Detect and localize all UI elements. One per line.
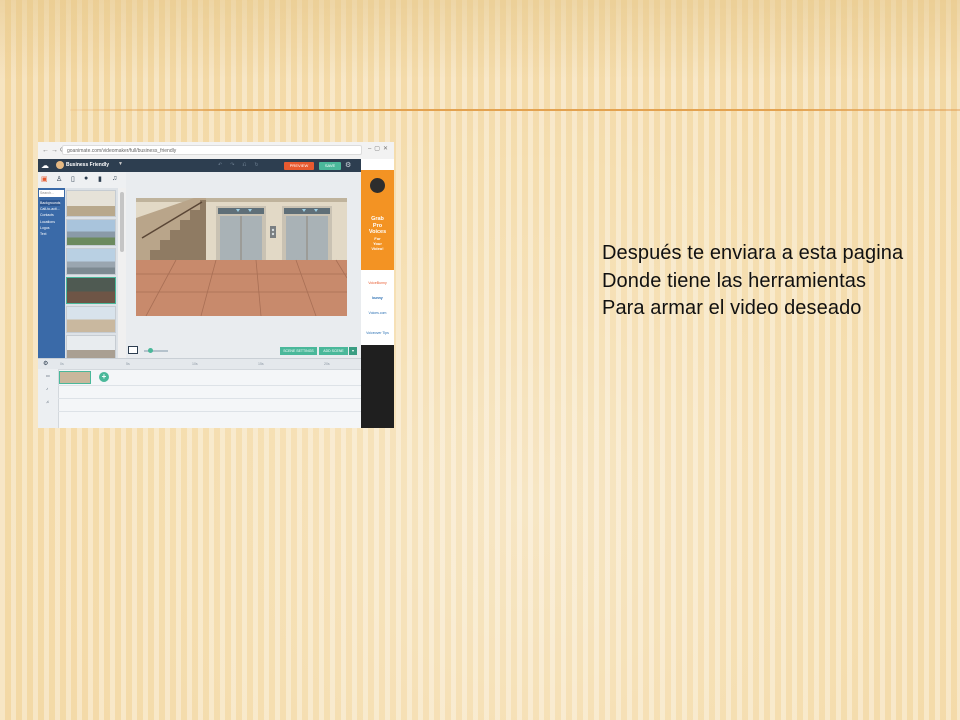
video-track-icon: ▭: [46, 373, 50, 378]
background-thumbnail: [66, 219, 116, 246]
zoom-slider-handle: [148, 348, 153, 353]
category-list: Backgrounds Call-to-acti... Contacts Loc…: [40, 200, 61, 237]
timeline-tick: 20s: [324, 362, 330, 366]
ad-logo: bunny: [372, 296, 383, 300]
caption-line: Para armar el video deseado: [602, 297, 862, 319]
background-thumbnail: [66, 248, 116, 275]
music-icon: ♫: [112, 175, 118, 182]
save-button: SAVE: [319, 162, 341, 170]
timeline-track-icons: ▭ ♪ ♫: [38, 369, 59, 428]
search-input: Search...: [39, 190, 64, 197]
browser-url-field: goanimate.com/videomaker/full/business_f…: [62, 145, 362, 155]
music-track-icon: ♫: [46, 399, 49, 404]
add-scene-dropdown-icon: ▾: [349, 347, 357, 355]
project-name: Business Friendly: [66, 162, 110, 168]
voice-track-icon: ♪: [46, 386, 48, 391]
browser-toolbar: ←→⟳ goanimate.com/videomaker/full/busine…: [38, 142, 394, 160]
timeline-tick: 0s: [60, 362, 64, 366]
timeline-header: ⚙ 0s 5s 10s 15s 20s: [38, 359, 361, 370]
chevron-down-icon: ▼: [118, 161, 123, 167]
ad-headline: Grab Pro Voices For Your Video!: [368, 216, 387, 251]
asset-type-toolbar: ▣ ♙ ▯ ● ▮ ♫: [38, 172, 126, 189]
ad-dark-panel: [361, 345, 394, 428]
add-scene-plus-icon: +: [99, 372, 109, 382]
add-scene-button: ADD SCENE: [319, 347, 348, 355]
video-maker-screenshot: ←→⟳ goanimate.com/videomaker/full/busine…: [38, 142, 394, 428]
background-thumbnail-selected: [66, 277, 116, 304]
elevator-lobby-illustration: [136, 198, 347, 316]
voices-ad-banner: Grab Pro Voices For Your Video!: [361, 170, 394, 270]
timeline-row-divider: [58, 398, 361, 399]
undo-redo-icon: ↶↷⎌↻: [218, 162, 267, 168]
category-item: Text: [40, 232, 47, 237]
canvas-controls: SCENE SETTINGS ADD SCENE ▾: [126, 344, 361, 358]
ad-logo: Voices.com: [368, 311, 387, 315]
gear-icon: ⚙: [43, 361, 49, 367]
cloud-logo-icon: ☁: [41, 161, 49, 170]
timeline-panel: ⚙ 0s 5s 10s 15s 20s ▭ ♪ ♫ +: [38, 358, 361, 428]
preview-button: PREVIEW: [284, 162, 314, 170]
timeline-row-divider: [58, 385, 361, 386]
phone-icon: ▯: [71, 176, 75, 183]
ad-logo: Voiceover Tips: [366, 331, 389, 335]
screen-size-icon: [128, 346, 138, 354]
slide-caption: Después te enviara a esta pagina Donde t…: [602, 240, 952, 323]
thumbnail-scrollbar: [118, 188, 126, 362]
scrollbar-thumb: [120, 192, 124, 252]
caption-line: Donde tiene las herramientas: [602, 269, 867, 292]
background-thumbnail: [66, 306, 116, 333]
caption-line: Después te enviara a esta pagina: [602, 242, 904, 264]
background-icon: ▣: [41, 176, 48, 183]
window-controls-icon: –▢✕: [367, 146, 391, 152]
scene-settings-button: SCENE SETTINGS: [280, 347, 317, 355]
avatar: [56, 161, 64, 169]
gear-icon: ⚙: [345, 162, 352, 169]
slide-top-band: [0, 0, 960, 80]
slide-divider-line: [70, 109, 960, 111]
timeline-row-divider: [58, 411, 361, 412]
chart-icon: ▮: [98, 176, 102, 183]
timeline-scene-clip: [59, 371, 91, 384]
timeline-tick: 10s: [192, 362, 198, 366]
speech-bubble-icon: ●: [84, 175, 89, 182]
scene-canvas-area: SCENE SETTINGS ADD SCENE ▾: [126, 172, 361, 358]
timeline-tick: 15s: [258, 362, 264, 366]
background-thumbnail: [66, 190, 116, 217]
advertisement-sidebar: Grab Pro Voices For Your Video! VoiceBun…: [361, 159, 394, 428]
category-sidebar: Search... Backgrounds Call-to-acti... Co…: [38, 188, 65, 362]
timeline-tick: 5s: [126, 362, 130, 366]
headset-person-icon: [370, 178, 385, 193]
character-icon: ♙: [56, 176, 63, 183]
app-header-bar: ☁ Business Friendly ▼ ↶↷⎌↻ PREVIEW SAVE …: [38, 159, 361, 172]
scene-preview: [136, 198, 347, 316]
background-thumbnails: [65, 188, 118, 362]
ad-logo: VoiceBunny: [368, 281, 387, 285]
